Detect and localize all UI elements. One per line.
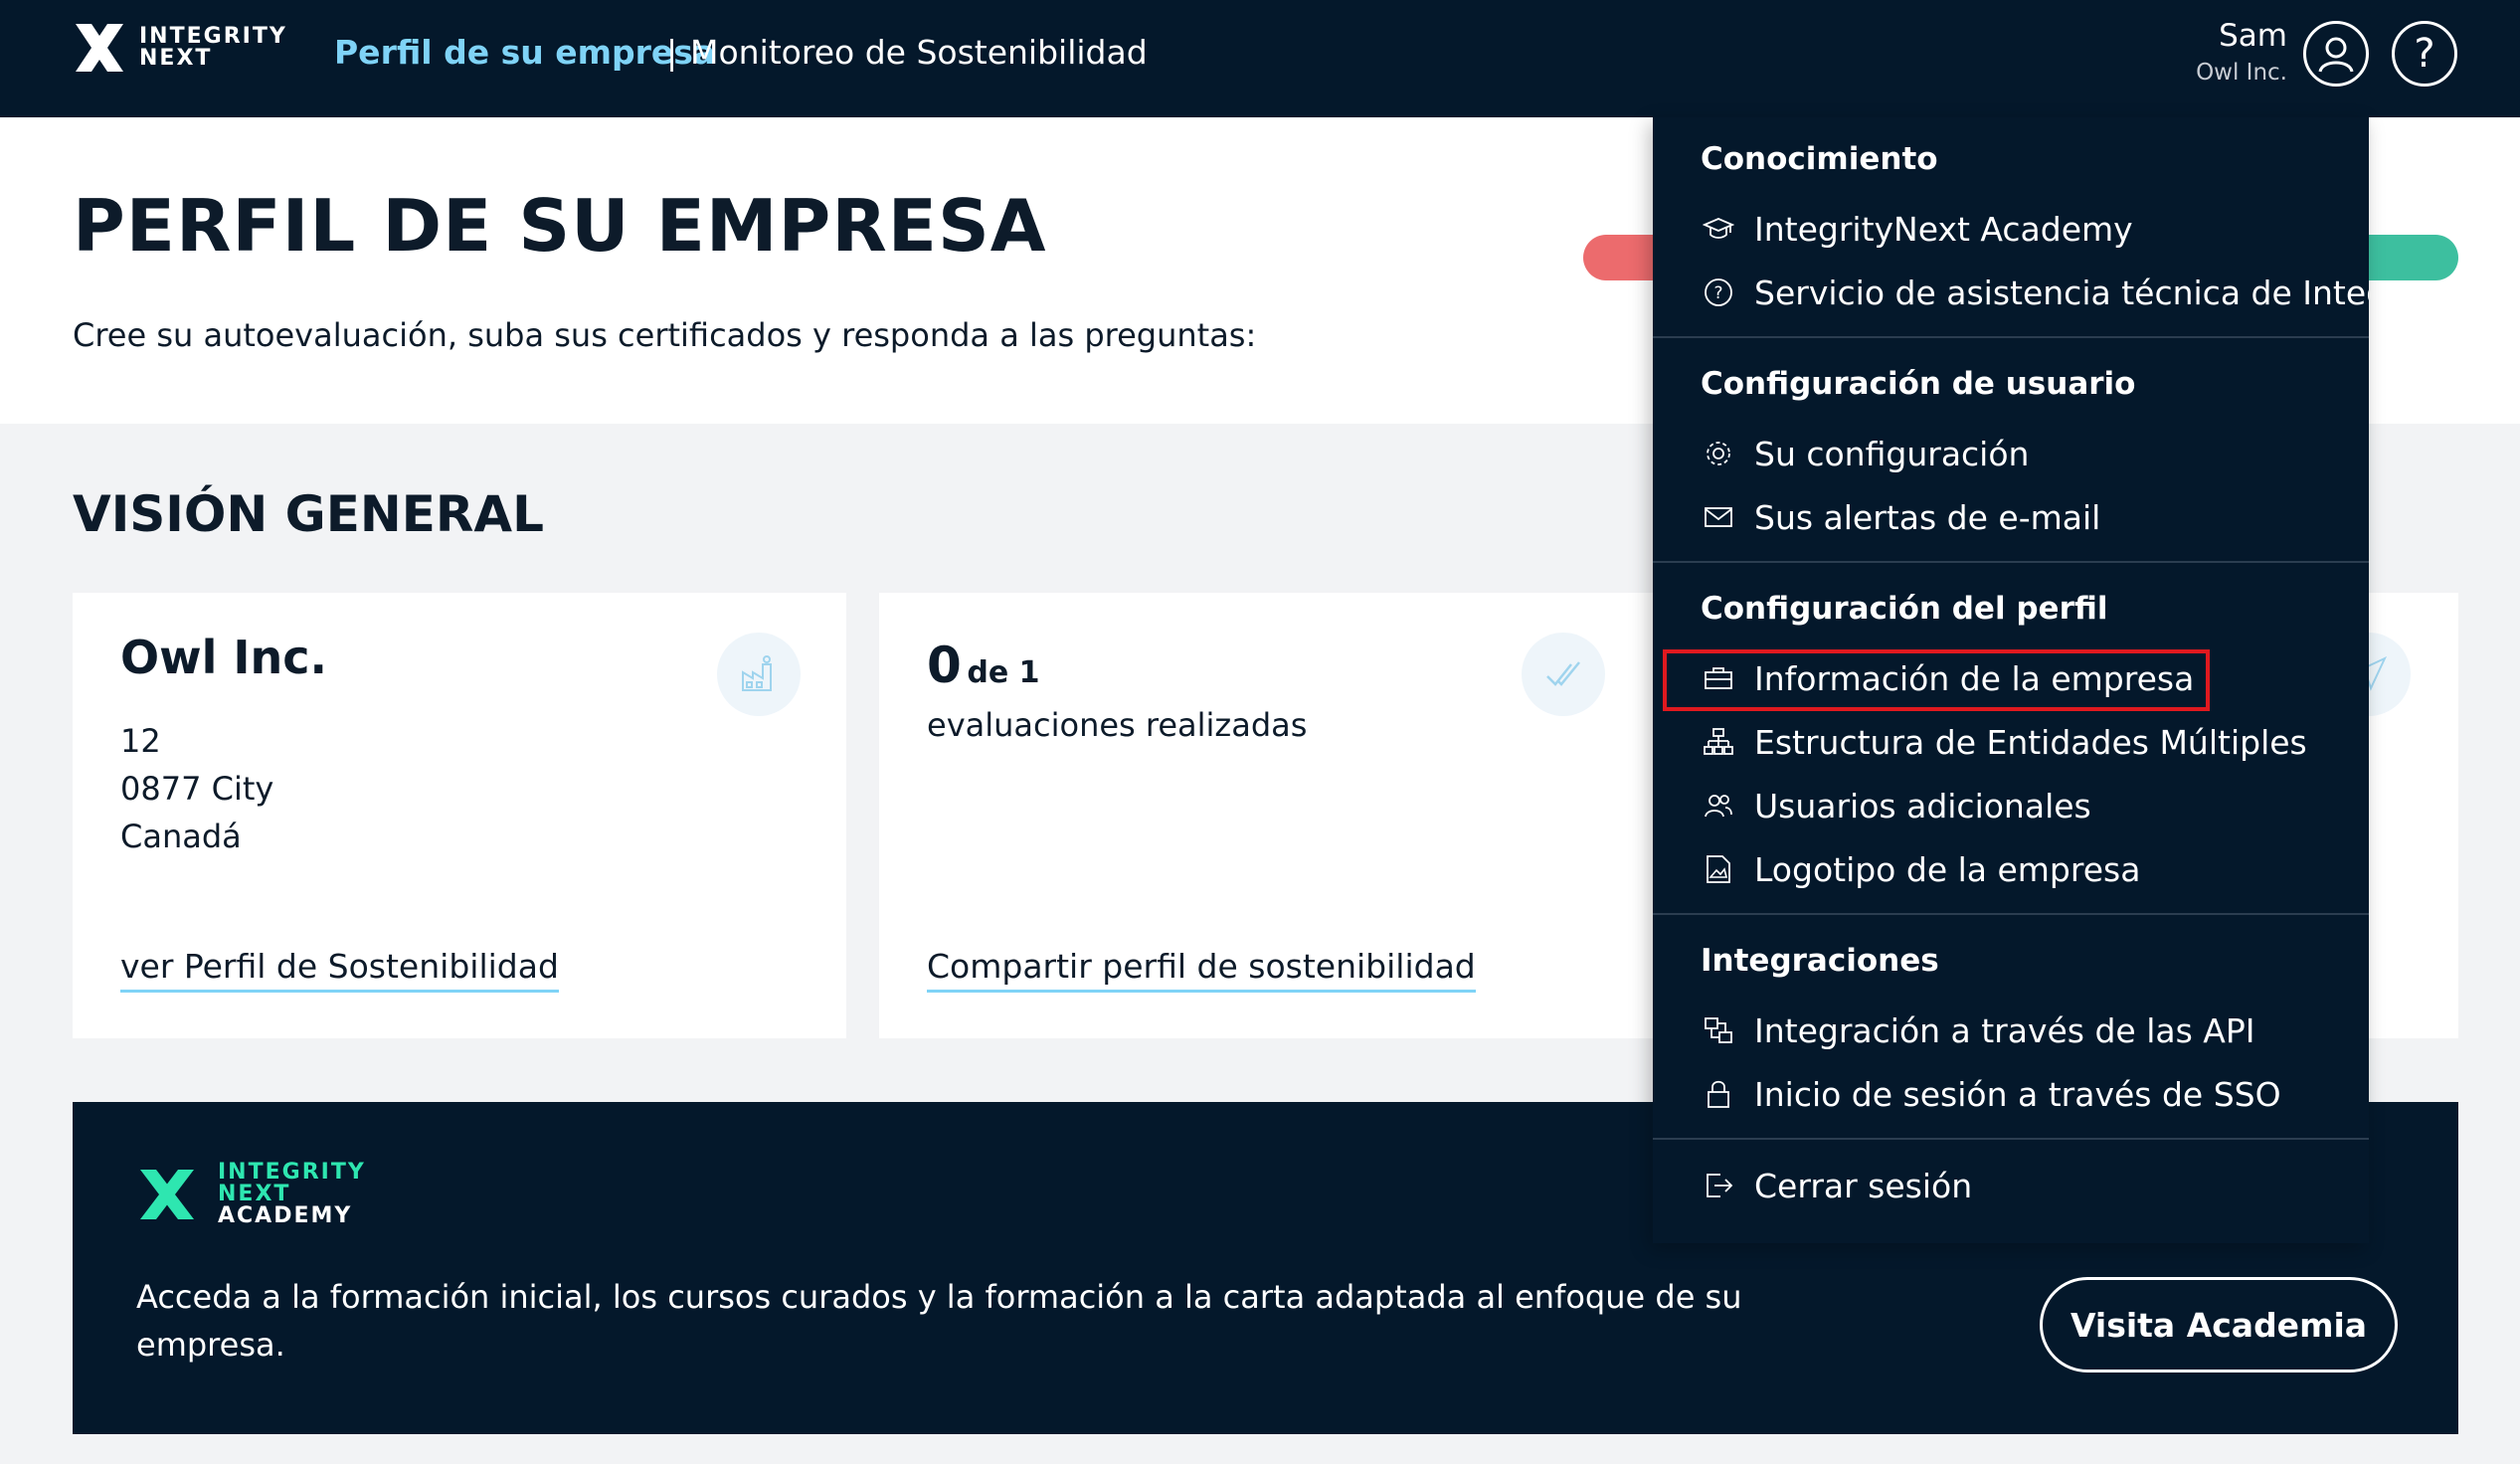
menu-item-company-logo[interactable]: Logotipo de la empresa [1701,843,2140,895]
question-mark-icon: ? [2414,31,2435,77]
menu-item-label: Integración a través de las API [1754,1010,2255,1050]
menu-heading-profile-settings: Configuración del perfil [1701,591,2108,627]
menu-item-label: Inicio de sesión a través de SSO [1754,1074,2281,1114]
academy-logo-line1: INTEGRITY [218,1160,366,1185]
lock-icon [1701,1076,1736,1112]
menu-item-label: Cerrar sesión [1754,1166,1973,1205]
progress-bar-red-segment [1583,235,1663,280]
menu-item-multi-entity[interactable]: Estructura de Entidades Múltiples [1701,716,2307,768]
page-title: PERFIL DE SU EMPRESA [73,184,1047,268]
factory-icon [717,633,801,716]
highlight-box [1663,649,2210,711]
menu-item-label: IntegrityNext Academy [1754,209,2133,249]
user-avatar-icon [2318,37,2354,73]
menu-heading-user-settings: Configuración de usuario [1701,366,2136,402]
top-navigation-bar: INTEGRITY NEXT Perfil de su empresa | Mo… [0,0,2520,117]
menu-item-label: Sus alertas de e-mail [1754,497,2101,537]
evaluations-done: 0 [927,637,962,694]
svg-text:?: ? [1713,283,1722,303]
double-check-icon [1522,633,1605,716]
academy-x-icon [140,1170,194,1219]
evaluations-total: de 1 [967,655,1040,690]
envelope-icon [1701,499,1736,535]
users-icon [1701,788,1736,824]
integritynext-x-icon [76,24,123,72]
menu-item-logout[interactable]: Cerrar sesión [1701,1160,1972,1211]
page-subtitle: Cree su autoevaluación, suba sus certifi… [73,316,1257,354]
academy-description: Acceda a la formación inicial, los curso… [136,1278,1742,1364]
logo-wordmark: INTEGRITY NEXT [139,26,287,70]
evaluations-card: 0 de 1 evaluaciones realizadas Compartir… [879,593,1675,1038]
menu-item-label: Estructura de Entidades Múltiples [1754,722,2307,762]
company-card: Owl Inc. 12 0877 City Canadá ver Perfil … [73,593,846,1038]
academy-logo-line2: NEXT [218,1182,291,1206]
menu-heading-integrations: Integraciones [1701,943,1939,979]
menu-divider [1653,336,2369,338]
user-name[interactable]: Sam [2219,18,2287,54]
academy-logo: INTEGRITY NEXT ACADEMY [134,1162,366,1227]
menu-divider [1653,1138,2369,1140]
org-chart-icon [1701,724,1736,760]
api-icon [1701,1012,1736,1048]
address-line-3: Canadá [120,818,242,855]
menu-divider [1653,561,2369,563]
visit-academy-button[interactable]: Visita Academia [2040,1277,2398,1372]
menu-item-additional-users[interactable]: Usuarios adicionales [1701,780,2091,831]
menu-item-label: Usuarios adicionales [1754,786,2091,825]
menu-item-academy[interactable]: IntegrityNext Academy [1701,203,2133,255]
nav-sustainability-monitoring[interactable]: Monitoreo de Sostenibilidad [690,33,1148,73]
gear-icon [1701,436,1736,471]
logout-icon [1701,1168,1736,1203]
share-sustainability-profile-link[interactable]: Compartir perfil de sostenibilidad [927,947,1476,993]
help-button[interactable]: ? [2392,21,2457,87]
menu-item-your-settings[interactable]: Su configuración [1701,428,2029,479]
menu-item-api-integration[interactable]: Integración a través de las API [1701,1005,2255,1056]
help-circle-icon: ? [1701,274,1736,310]
academy-wordmark: INTEGRITY NEXT ACADEMY [218,1162,366,1227]
menu-heading-knowledge: Conocimiento [1701,141,1938,177]
user-company: Owl Inc. [2196,60,2287,86]
overview-title: VISIÓN GENERAL [73,485,544,543]
logo-text-line2: NEXT [139,46,213,71]
menu-item-helpdesk[interactable]: ? Servicio de asistencia técnica de Inte… [1701,267,2369,318]
menu-item-sso-login[interactable]: Inicio de sesión a través de SSO [1701,1068,2281,1120]
address-line-2: 0877 City [120,770,274,808]
integritynext-logo[interactable]: INTEGRITY NEXT [70,18,287,78]
menu-item-email-alerts[interactable]: Sus alertas de e-mail [1701,491,2100,543]
image-file-icon [1701,851,1736,887]
menu-item-label: Logotipo de la empresa [1754,849,2141,889]
menu-item-label: Su configuración [1754,434,2030,473]
user-menu-button[interactable] [2303,21,2369,87]
menu-divider [1653,913,2369,915]
menu-item-label: Servicio de asistencia técnica de Integr… [1754,273,2369,312]
graduation-cap-icon [1701,211,1736,247]
nav-company-profile[interactable]: Perfil de su empresa [334,33,715,73]
evaluations-count: 0 de 1 [927,637,1040,694]
academy-logo-line3: ACADEMY [218,1203,353,1228]
logo-text-line1: INTEGRITY [139,24,287,49]
nav-separator: | [666,33,678,72]
company-name: Owl Inc. [120,631,327,684]
address-line-1: 12 [120,722,161,760]
evaluations-label: evaluaciones realizadas [927,706,1308,744]
view-sustainability-profile-link[interactable]: ver Perfil de Sostenibilidad [120,947,559,993]
